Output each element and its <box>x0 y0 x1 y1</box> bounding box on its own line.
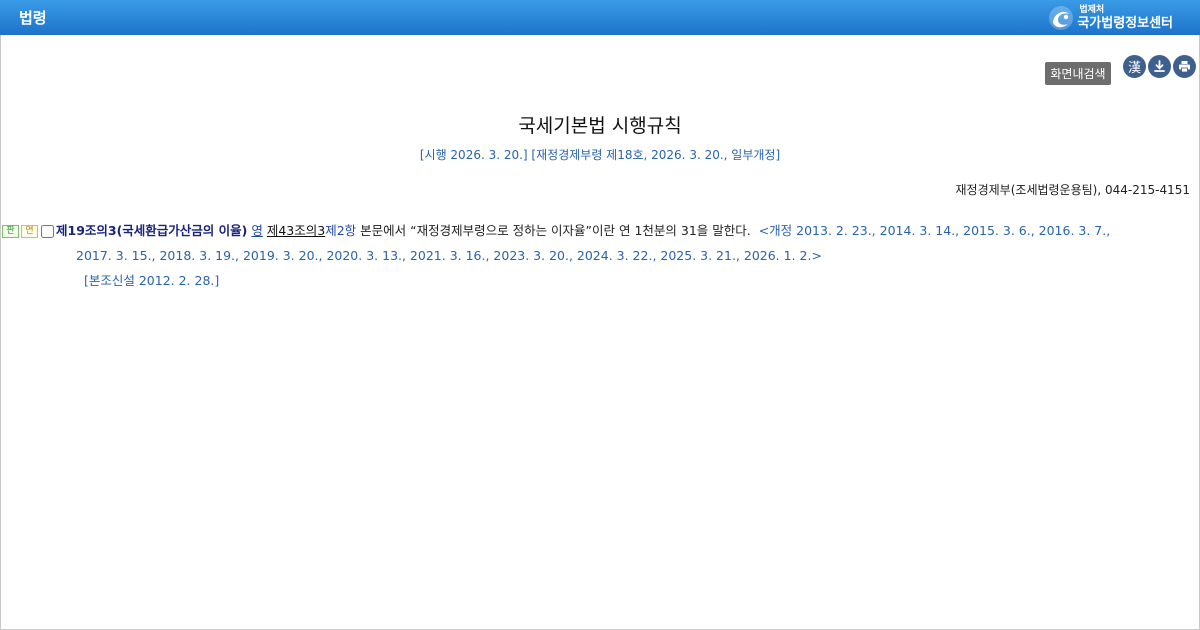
article-checkbox[interactable] <box>41 225 54 238</box>
paragraph-reference-link[interactable]: 제2항 <box>325 223 356 238</box>
ministry-contact: 재정경제부(조세법령운용팀), 044-215-4151 <box>955 183 1190 197</box>
article-title: 제19조의3(국세환급가산금의 이율) <box>56 223 248 238</box>
in-page-search-button[interactable]: 화면내검색 <box>1045 62 1111 85</box>
download-arrow-icon <box>1154 60 1165 72</box>
article-line: 판 연 제19조의3(국세환급가산금의 이율) 영 제43조의3제2항 본문에서 “… <box>2 218 1192 243</box>
law-enforcement-info: [시행 2026. 3. 20.] [재정경제부령 제18호, 2026. 3.… <box>419 148 781 162</box>
header-title: 법령 <box>19 9 47 27</box>
law-title: 국세기본법 시행규칙 <box>518 115 682 137</box>
logo[interactable]: 법제처 국가법령정보센터 <box>1048 5 1173 31</box>
precedent-badge[interactable]: 판 <box>2 225 19 238</box>
download-icon[interactable] <box>1148 55 1171 78</box>
logo-subtitle: 법제처 <box>1079 4 1105 15</box>
article-body: 본문에서 “재정경제부령으로 정하는 이자율”이란 연 1천분의 31을 말한다… <box>356 223 751 238</box>
printer-icon <box>1179 61 1190 73</box>
amendment-history-2: 2017. 3. 15., 2018. 3. 19., 2019. 3. 20.… <box>76 248 822 263</box>
logo-title: 국가법령정보센터 <box>1077 15 1173 31</box>
print-icon[interactable] <box>1173 55 1196 78</box>
article-block: 판 연 제19조의3(국세환급가산금의 이율) 영 제43조의3제2항 본문에서 “… <box>2 218 1192 293</box>
top-bar: 법령 법제처 국가법령정보센터 <box>0 0 1200 35</box>
hanja-icon[interactable]: 漢 <box>1123 55 1146 78</box>
new-article-note: [본조신설 2012. 2. 28.] <box>84 273 220 288</box>
article-reference-link[interactable]: 제43조의3 <box>267 223 325 238</box>
decree-link[interactable]: 영 <box>251 223 263 238</box>
amendment-history-1: <개정 2013. 2. 23., 2014. 3. 14., 2015. 3.… <box>758 223 1111 238</box>
logo-swirl-icon <box>1049 5 1074 30</box>
history-badge[interactable]: 연 <box>21 225 38 238</box>
